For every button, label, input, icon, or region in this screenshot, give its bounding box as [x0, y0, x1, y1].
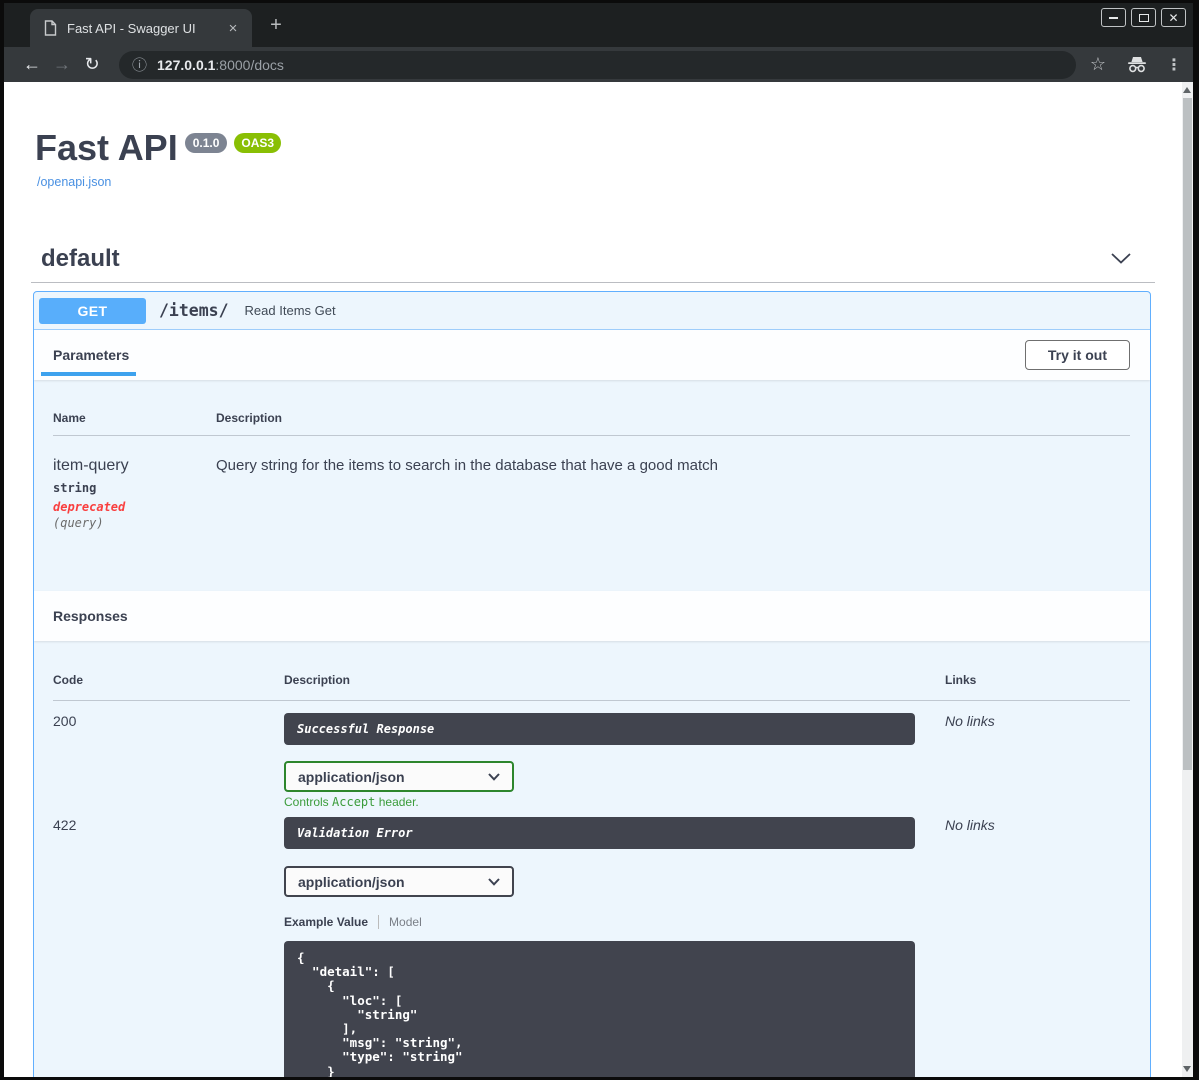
- new-tab-button[interactable]: +: [264, 13, 288, 37]
- media-type-select-422[interactable]: application/json: [284, 866, 514, 897]
- try-it-out-button[interactable]: Try it out: [1024, 340, 1130, 370]
- parameters-tab: Parameters: [40, 347, 137, 376]
- param-col-name: Name: [53, 411, 86, 425]
- param-description: Query string for the items to search in …: [216, 457, 718, 474]
- browser-toolbar: ← → ↻ ⓘ 127.0.0.1:8000/docs ☆ ⋮: [4, 47, 1193, 82]
- swagger-page: Fast API 0.1.0 OAS3 /openapi.json defaul…: [4, 82, 1182, 1077]
- page-title: Fast API: [35, 127, 178, 168]
- scrollbar-thumb[interactable]: [1183, 98, 1192, 770]
- responses-header-band: Responses: [34, 591, 1150, 641]
- operation-summary[interactable]: GET /items/ Read Items Get: [34, 292, 1150, 330]
- page-scrollbar[interactable]: [1182, 82, 1193, 1077]
- media-type-value: application/json: [298, 768, 405, 785]
- response-422-description-panel: Validation Error: [284, 817, 915, 849]
- operation-path: /items/: [159, 301, 229, 320]
- browser-tab[interactable]: Fast API - Swagger UI ×: [30, 9, 252, 47]
- table-row: 200 Successful Response application/json…: [53, 701, 1130, 809]
- window-close-button[interactable]: ✕: [1161, 8, 1186, 27]
- scrollbar-down-arrow-icon[interactable]: [1183, 1066, 1191, 1072]
- reload-icon[interactable]: ↻: [77, 54, 107, 75]
- page-favicon-icon: [44, 20, 57, 36]
- parameters-table: Name Description item-query string depre…: [34, 380, 1150, 591]
- site-info-icon[interactable]: ⓘ: [132, 54, 147, 75]
- bookmark-star-icon[interactable]: ☆: [1090, 54, 1106, 75]
- operation-block-get-items: GET /items/ Read Items Get Parameters Tr…: [33, 291, 1151, 1077]
- browser-menu-icon[interactable]: ⋮: [1166, 55, 1182, 75]
- browser-window: Fast API - Swagger UI × + ✕ ← → ↻ ⓘ 127.…: [4, 3, 1193, 1077]
- tab-model[interactable]: Model: [389, 915, 422, 929]
- resp-col-code: Code: [53, 673, 83, 687]
- response-200-links: No links: [945, 713, 995, 729]
- response-422-links: No links: [945, 817, 995, 833]
- param-name: item-query: [53, 457, 129, 474]
- response-200-description: Successful Response: [297, 722, 435, 736]
- tab-example-value[interactable]: Example Value: [284, 915, 368, 929]
- tab-divider: [378, 915, 380, 929]
- resp-col-description: Description: [284, 673, 351, 687]
- tab-title: Fast API - Swagger UI: [67, 20, 196, 36]
- param-type: string: [53, 481, 97, 495]
- controls-accept-note: Controls Accept header.: [284, 795, 419, 809]
- media-type-select-200[interactable]: application/json: [284, 761, 514, 792]
- version-badge: 0.1.0: [184, 133, 228, 153]
- example-json-block: { "detail": [ { "loc": [ "string" ], "ms…: [284, 941, 915, 1077]
- table-row: item-query string deprecated (query) Que…: [53, 436, 1130, 530]
- url-bar[interactable]: ⓘ 127.0.0.1:8000/docs: [119, 50, 1076, 79]
- back-icon[interactable]: ←: [17, 54, 47, 75]
- param-deprecated-flag: deprecated: [53, 500, 126, 514]
- response-code-422: 422: [53, 817, 77, 833]
- chevron-down-icon[interactable]: [1111, 253, 1131, 264]
- window-maximize-button[interactable]: [1131, 8, 1156, 27]
- table-row: 422 Validation Error application/json Ex…: [53, 817, 1130, 1077]
- response-200-description-panel: Successful Response: [284, 713, 915, 745]
- example-json-code: { "detail": [ { "loc": [ "string" ], "ms…: [297, 950, 463, 1077]
- select-chevron-icon: [488, 877, 500, 886]
- response-code-200: 200: [53, 713, 77, 729]
- tab-close-icon[interactable]: ×: [224, 20, 242, 37]
- response-422-description: Validation Error: [297, 826, 413, 840]
- openapi-spec-link[interactable]: /openapi.json: [37, 175, 111, 189]
- responses-table: Code Description Links 200 Successful Re…: [34, 641, 1150, 1077]
- method-badge: GET: [39, 297, 146, 324]
- url-host: 127.0.0.1: [157, 56, 216, 73]
- parameters-header-band: Parameters Try it out: [34, 330, 1150, 380]
- browser-chrome: Fast API - Swagger UI × + ✕ ← → ↻ ⓘ 127.…: [4, 3, 1193, 82]
- operation-summary-text: Read Items Get: [244, 303, 336, 318]
- incognito-icon: [1126, 56, 1148, 73]
- forward-icon[interactable]: →: [47, 54, 77, 75]
- param-col-description: Description: [216, 411, 283, 425]
- responses-heading: Responses: [53, 608, 128, 624]
- tab-strip: Fast API - Swagger UI × + ✕: [4, 3, 1193, 47]
- resp-col-links: Links: [945, 673, 977, 687]
- url-text: 127.0.0.1:8000/docs: [157, 57, 284, 73]
- oas-badge: OAS3: [234, 133, 282, 153]
- example-model-tabs: Example Value Model: [284, 915, 945, 929]
- window-minimize-button[interactable]: [1101, 8, 1126, 27]
- scrollbar-up-arrow-icon[interactable]: [1183, 87, 1191, 93]
- url-path: :8000/docs: [215, 56, 284, 73]
- tag-section-header[interactable]: default: [31, 235, 1155, 283]
- param-location: (query): [53, 516, 104, 530]
- tag-section-title: default: [41, 244, 120, 272]
- select-chevron-icon: [488, 772, 500, 781]
- media-type-value: application/json: [298, 873, 405, 890]
